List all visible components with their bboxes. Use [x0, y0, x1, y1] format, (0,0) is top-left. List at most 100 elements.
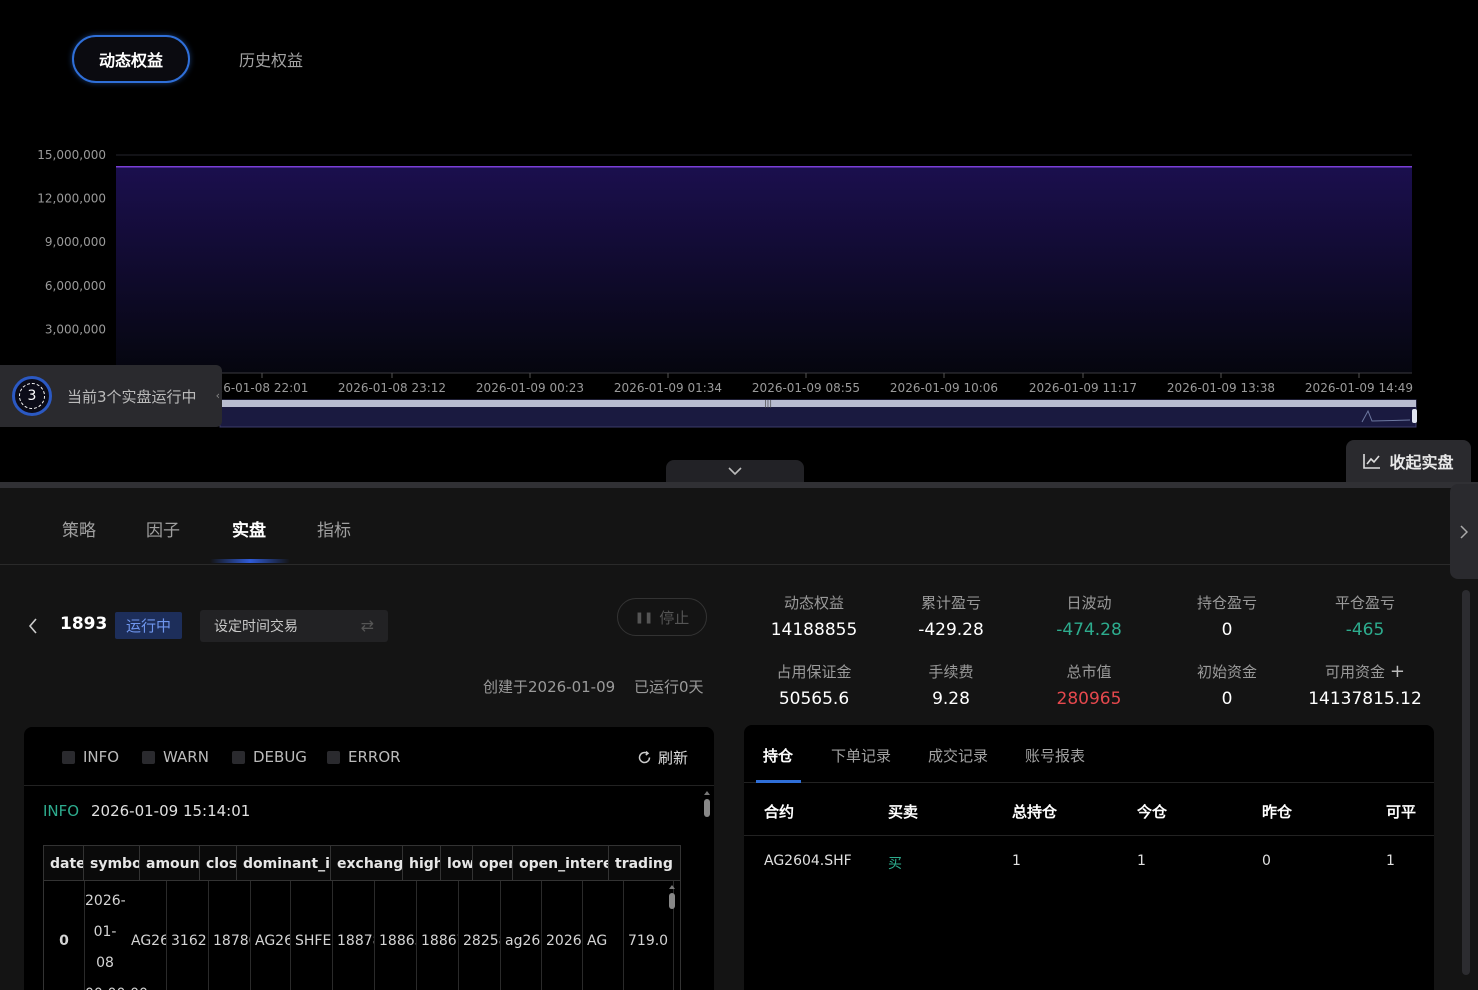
date-line: 01-: [93, 924, 117, 940]
filter-label: DEBUG: [253, 748, 307, 766]
tab-strategy[interactable]: 策略: [62, 516, 96, 541]
cell-closable: 1: [1386, 853, 1395, 869]
x-tick-label: 2026-01-09 14:49: [1305, 381, 1413, 395]
zoom-handle: [1412, 409, 1417, 423]
table-header-cell: date: [44, 846, 84, 881]
tab-factor[interactable]: 因子: [146, 516, 180, 541]
table-cell: 18878.0: [333, 881, 375, 990]
y-tick-label: 12,000,000: [37, 192, 106, 206]
metric-label: 动态权益: [783, 594, 844, 612]
metric-closed-pnl: 平仓盈亏 -465: [1295, 592, 1435, 640]
metric-value: 14137815.12: [1308, 689, 1422, 709]
table-row: 02026- 01- 08 00:00:00AG2604.SHF316218780.0…: [44, 881, 680, 990]
tab-historical-equity[interactable]: 历史权益: [226, 35, 316, 83]
metric-label: 总市值: [1066, 663, 1112, 681]
table-header-cell: exchange: [331, 846, 403, 881]
page-scrollbar[interactable]: [1462, 590, 1470, 975]
tab-live[interactable]: 实盘: [232, 516, 266, 541]
log-scrollbar[interactable]: [702, 789, 712, 829]
x-tick-label: 26-01-08 22:01: [216, 381, 309, 395]
metric-label: 可用资金 +: [1295, 661, 1435, 682]
col-side: 买卖: [888, 803, 919, 821]
back-arrow-icon[interactable]: [28, 618, 38, 634]
metric-label: 持仓盈亏: [1196, 594, 1257, 612]
equity-chart-area: 动态权益 历史权益 15,000,000 12,000,000 9,000,000 6…: [0, 0, 1478, 482]
table-cell: 18867.0: [417, 881, 459, 990]
table-header: datesymbolamountclosedominant_idexchange…: [44, 846, 680, 881]
metric-dynamic-equity: 动态权益 14188855: [744, 592, 884, 640]
x-tick-label: 2026-01-09 00:23: [476, 381, 584, 395]
cell-yesterday: 0: [1262, 853, 1271, 869]
stop-label: 停止: [659, 608, 690, 627]
refresh-label: 刷新: [658, 749, 689, 767]
positions-tabs: 持仓 下单记录 成交记录 账号报表: [744, 725, 1434, 783]
live-count-badge[interactable]: 3 当前3个实盘运行中 ‹: [0, 365, 222, 427]
table-header-cell: amount: [140, 846, 200, 881]
filter-debug-checkbox[interactable]: DEBUG: [232, 748, 307, 766]
expand-toggle[interactable]: [666, 460, 804, 482]
log-timestamp: 2026-01-09 15:14:01: [91, 802, 251, 820]
metric-value: 0: [1221, 689, 1233, 709]
table-scrollbar[interactable]: [668, 884, 676, 914]
live-count-text: 当前3个实盘运行中: [67, 387, 197, 406]
table-header-cell: dominant_id: [237, 846, 331, 881]
tab-orders[interactable]: 下单记录: [831, 745, 891, 766]
metric-position-pnl: 持仓盈亏 0: [1157, 592, 1297, 640]
timed-trading-toggle[interactable]: 设定时间交易 ⇄: [200, 610, 388, 642]
table-cell: SHFE: [291, 881, 333, 990]
y-tick-label: 15,000,000: [37, 148, 106, 162]
metric-daily-change: 日波动 -474.28: [1019, 592, 1159, 640]
x-tick-label: 2026-01-09 10:06: [890, 381, 998, 395]
metric-value: 9.28: [932, 689, 970, 709]
log-panel: INFO WARN DEBUG ERROR 刷新 INFO 2026-01-09…: [24, 727, 714, 990]
live-count: 3: [19, 383, 45, 409]
table-header-cell: close: [200, 846, 237, 881]
date-line: 2026-: [85, 893, 126, 909]
col-today: 今仓: [1137, 803, 1168, 821]
metric-value: 50565.6: [778, 689, 850, 709]
collapse-live-label: 收起实盘: [1389, 453, 1454, 472]
refresh-button[interactable]: 刷新: [637, 747, 688, 768]
col-closable: 可平: [1386, 803, 1417, 821]
tab-account-report[interactable]: 账号报表: [1025, 745, 1085, 766]
table-header-cell: open_interest: [513, 846, 609, 881]
add-funds-icon[interactable]: +: [1390, 661, 1405, 682]
metric-value: 14188855: [770, 620, 858, 640]
tab-dynamic-equity[interactable]: 动态权益: [72, 35, 190, 83]
col-contract: 合约: [764, 803, 795, 821]
log-filters: INFO WARN DEBUG ERROR 刷新: [24, 727, 714, 786]
tab-trades[interactable]: 成交记录: [928, 745, 988, 766]
filter-info-checkbox[interactable]: INFO: [62, 748, 119, 766]
table-cell: AG2604.SHF: [127, 881, 167, 990]
x-tick-label: 2026-01-09 11:17: [1029, 381, 1137, 395]
tab-indicator[interactable]: 指标: [317, 516, 351, 541]
metric-label: 手续费: [928, 663, 974, 681]
metric-label: 日波动: [1066, 594, 1112, 612]
metric-commission: 手续费 9.28: [881, 661, 1021, 709]
filter-error-checkbox[interactable]: ERROR: [327, 748, 401, 766]
chevron-left-icon[interactable]: ‹: [216, 389, 220, 402]
cell-total: 1: [1012, 853, 1021, 869]
side-panel-toggle[interactable]: [1450, 484, 1478, 579]
filter-warn-checkbox[interactable]: WARN: [142, 748, 209, 766]
zoom-slider-bar: [220, 400, 1416, 407]
tab-positions[interactable]: 持仓: [763, 745, 793, 766]
positions-panel: 持仓 下单记录 成交记录 账号报表 合约 买卖 总持仓 今仓 昨仓 可平 AG2…: [744, 725, 1434, 990]
live-count-icon: 3: [12, 376, 52, 416]
metric-cumulative-pnl: 累计盈亏 -429.28: [881, 592, 1021, 640]
y-tick-label: 6,000,000: [45, 279, 106, 293]
stop-button[interactable]: ❚❚ 停止: [617, 598, 707, 636]
row-date: 2026- 01- 08 00:00:00: [85, 886, 148, 990]
x-tick-label: 2026-01-09 08:55: [752, 381, 860, 395]
y-tick-label: 3,000,000: [45, 322, 106, 336]
chevron-right-icon: [1460, 524, 1468, 539]
metric-market-value: 总市值 280965: [1019, 661, 1159, 709]
collapse-live-button[interactable]: 收起实盘: [1346, 440, 1471, 482]
col-total: 总持仓: [1012, 803, 1058, 821]
table-cell: 18865.0: [375, 881, 417, 990]
metric-label-text: 可用资金: [1325, 663, 1386, 681]
strategy-id: 1893: [60, 614, 108, 634]
table-cell: 282585.0: [459, 881, 501, 990]
timed-trading-label: 设定时间交易: [214, 619, 298, 635]
table-cell: 18780.0: [209, 881, 251, 990]
